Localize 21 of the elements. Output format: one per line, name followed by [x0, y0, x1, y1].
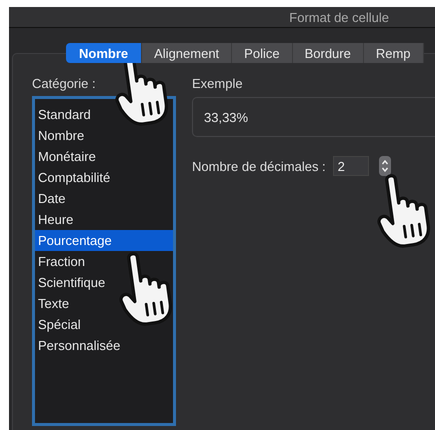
window-title: Format de cellule	[289, 10, 389, 24]
tab[interactable]: Remp	[364, 43, 424, 63]
list-item[interactable]: Date	[35, 188, 173, 209]
list-item[interactable]: Fraction	[35, 251, 173, 272]
list-item[interactable]: Heure	[35, 209, 173, 230]
list-item[interactable]: Nombre	[35, 125, 173, 146]
tab[interactable]: Bordure	[292, 43, 364, 63]
tab[interactable]: Alignement	[142, 43, 232, 63]
list-item[interactable]: Comptabilité	[35, 167, 173, 188]
list-item[interactable]: Pourcentage	[35, 230, 173, 251]
list-item[interactable]: Spécial	[35, 314, 173, 335]
example-field: 33,33%	[192, 97, 435, 137]
decimals-label: Nombre de décimales :	[192, 158, 326, 174]
category-label: Catégorie :	[32, 76, 97, 91]
stepper-control[interactable]	[378, 156, 391, 176]
tab[interactable]: Nombre	[66, 43, 142, 63]
example-label: Exemple	[192, 76, 244, 91]
list-item[interactable]: Personnalisée	[35, 335, 173, 356]
tab[interactable]: Police	[232, 43, 293, 63]
list-item[interactable]: Monétaire	[35, 146, 173, 167]
decimals-field[interactable]: 2	[332, 156, 369, 176]
